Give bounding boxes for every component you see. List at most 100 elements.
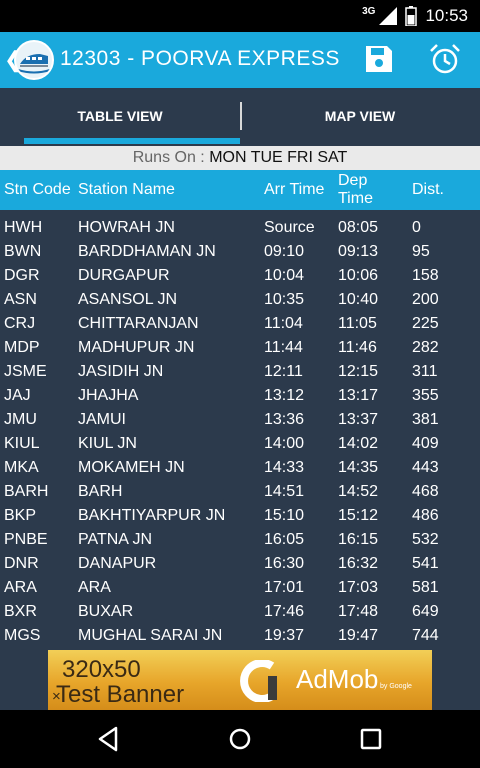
save-icon[interactable] <box>364 44 394 74</box>
table-header: Stn Code Station Name Arr Time Dep Time … <box>0 170 480 210</box>
admob-logo-icon <box>240 660 277 702</box>
header-arr-time: Arr Time <box>264 181 325 198</box>
station-name-cell: BAKHTIYARPUR JN <box>78 507 226 524</box>
tab-map-view[interactable]: MAP VIEW <box>240 88 480 144</box>
signal-icon <box>379 7 398 25</box>
alarm-icon[interactable] <box>428 42 462 76</box>
arr-time-cell: 10:35 <box>264 291 305 308</box>
table-row[interactable]: KIUL KIUL JN 14:00 14:02 409 <box>0 432 480 456</box>
dep-time-cell: 12:15 <box>338 363 379 380</box>
dep-time-cell: 19:47 <box>338 627 379 644</box>
table-row[interactable]: JMU JAMUI 13:36 13:37 381 <box>0 408 480 432</box>
stn-code-cell: BXR <box>4 603 37 620</box>
station-name-cell: DANAPUR <box>78 555 157 572</box>
stn-code-cell: JAJ <box>4 387 31 404</box>
table-row[interactable]: MGS MUGHAL SARAI JN 19:37 19:47 744 <box>0 624 480 648</box>
table-row[interactable]: JSME JASIDIH JN 12:11 12:15 311 <box>0 360 480 384</box>
header-dep-line2: Time <box>338 190 373 207</box>
dep-time-cell: 16:15 <box>338 531 379 548</box>
station-name-cell: JHAJHA <box>78 387 139 404</box>
dist-cell: 541 <box>412 555 439 572</box>
stn-code-cell: KIUL <box>4 435 40 452</box>
table-row[interactable]: MDP MADHUPUR JN 11:44 11:46 282 <box>0 336 480 360</box>
table-row[interactable]: ARA ARA 17:01 17:03 581 <box>0 576 480 600</box>
station-name-cell: DURGAPUR <box>78 267 170 284</box>
station-name-cell: ASANSOL JN <box>78 291 177 308</box>
back-icon[interactable] <box>94 724 124 754</box>
runs-on-label: Runs On : <box>132 149 205 166</box>
station-name-cell: MOKAMEH JN <box>78 459 185 476</box>
clock: 10:53 <box>425 6 468 25</box>
home-icon[interactable] <box>225 724 255 754</box>
table-row[interactable]: ASN ASANSOL JN 10:35 10:40 200 <box>0 288 480 312</box>
train-logo-icon[interactable] <box>14 40 54 80</box>
runs-on-bar: Runs On : MON TUE FRI SAT <box>0 146 480 170</box>
dep-time-cell: 17:03 <box>338 579 379 596</box>
table-row[interactable]: PNBE PATNA JN 16:05 16:15 532 <box>0 528 480 552</box>
table-row[interactable]: MKA MOKAMEH JN 14:33 14:35 443 <box>0 456 480 480</box>
arr-time-cell: 13:36 <box>264 411 305 428</box>
dist-cell: 409 <box>412 435 439 452</box>
station-name-cell: JASIDIH JN <box>78 363 164 380</box>
station-name-cell: HOWRAH JN <box>78 219 175 236</box>
header-stn-code: Stn Code <box>4 181 71 198</box>
dist-cell: 355 <box>412 387 439 404</box>
dist-cell: 486 <box>412 507 439 524</box>
stn-code-cell: BARH <box>4 483 49 500</box>
table-row[interactable]: DGR DURGAPUR 10:04 10:06 158 <box>0 264 480 288</box>
app-bar: ❮ 12303 - POORVA EXPRESS <box>0 32 480 88</box>
dep-time-cell: 08:05 <box>338 219 379 236</box>
selected-tab-indicator <box>24 138 240 144</box>
arr-time-cell: 11:44 <box>264 339 303 356</box>
arr-time-cell: 17:01 <box>264 579 305 596</box>
table-row[interactable]: BWN BARDDHAMAN JN 09:10 09:13 95 <box>0 240 480 264</box>
table-row[interactable]: JAJ JHAJHA 13:12 13:17 355 <box>0 384 480 408</box>
arr-time-cell: 10:04 <box>264 267 305 284</box>
stn-code-cell: CRJ <box>4 315 36 332</box>
arr-time-cell: 13:12 <box>264 387 305 404</box>
table-row[interactable]: BXR BUXAR 17:46 17:48 649 <box>0 600 480 624</box>
dep-time-cell: 17:48 <box>338 603 379 620</box>
stn-code-cell: BWN <box>4 243 42 260</box>
station-name-cell: MUGHAL SARAI JN <box>78 627 223 644</box>
table-row[interactable]: HWH HOWRAH JN Source 08:05 0 <box>0 216 480 240</box>
dist-cell: 381 <box>412 411 439 428</box>
stn-code-cell: HWH <box>4 219 43 236</box>
main-content: TABLE VIEW MAP VIEW Runs On : MON TUE FR… <box>0 88 480 710</box>
dist-cell: 0 <box>412 219 421 236</box>
tab-table-view[interactable]: TABLE VIEW <box>0 88 240 144</box>
dist-cell: 744 <box>412 627 439 644</box>
dep-time-cell: 10:40 <box>338 291 379 308</box>
table-row[interactable]: BKP BAKHTIYARPUR JN 15:10 15:12 486 <box>0 504 480 528</box>
dep-time-cell: 14:02 <box>338 435 379 452</box>
header-dep-time: Dep Time <box>338 170 373 210</box>
header-dist: Dist. <box>412 181 444 198</box>
stn-code-cell: MKA <box>4 459 39 476</box>
table-row[interactable]: CRJ CHITTARANJAN 11:04 11:05 225 <box>0 312 480 336</box>
status-bar: 3G 10:53 <box>0 0 480 32</box>
table-row[interactable]: DNR DANAPUR 16:30 16:32 541 <box>0 552 480 576</box>
table-row[interactable]: BARH BARH 14:51 14:52 468 <box>0 480 480 504</box>
station-name-cell: ARA <box>78 579 111 596</box>
dep-time-cell: 11:05 <box>338 315 377 332</box>
system-nav-bar <box>0 710 480 768</box>
arr-time-cell: 16:05 <box>264 531 305 548</box>
dist-cell: 282 <box>412 339 439 356</box>
arr-time-cell: 09:10 <box>264 243 305 260</box>
view-tabs: TABLE VIEW MAP VIEW <box>0 88 480 144</box>
admob-brand: AdMob <box>296 664 379 694</box>
status-icons: 3G 10:53 <box>362 0 468 32</box>
ad-banner[interactable]: 320x50 Test Banner × AdMob by Google <box>48 650 432 710</box>
ad-close-icon[interactable]: × <box>52 688 61 705</box>
arr-time-cell: 14:00 <box>264 435 305 452</box>
station-name-cell: PATNA JN <box>78 531 153 548</box>
recents-icon[interactable] <box>356 724 386 754</box>
ad-size-label: 320x50 <box>62 656 141 683</box>
dep-time-cell: 14:35 <box>338 459 379 476</box>
station-name-cell: KIUL JN <box>78 435 137 452</box>
battery-icon <box>405 6 418 26</box>
stn-code-cell: JMU <box>4 411 37 428</box>
header-dep-line1: Dep <box>338 172 368 189</box>
station-name-cell: BARDDHAMAN JN <box>78 243 216 260</box>
stn-code-cell: DNR <box>4 555 39 572</box>
